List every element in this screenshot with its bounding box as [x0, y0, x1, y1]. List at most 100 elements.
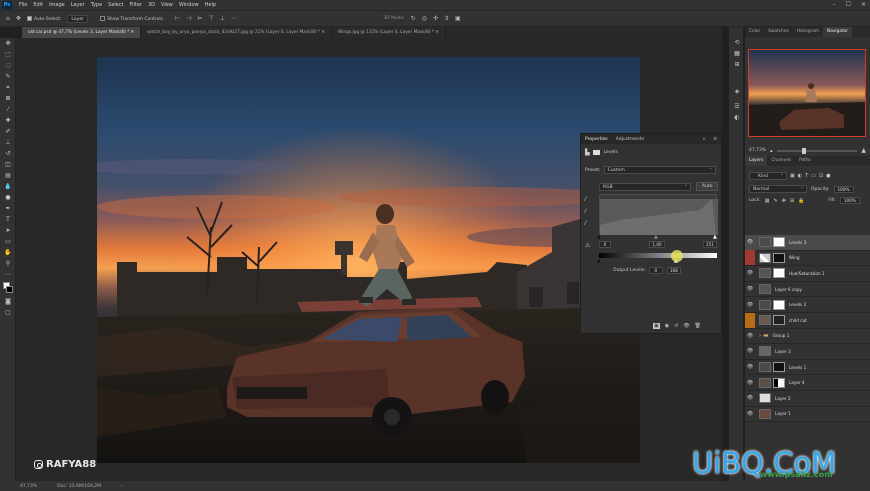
view-previous-icon[interactable]: ◉: [665, 323, 669, 329]
tab-watch-boy[interactable]: watch_boy_by_aryu_poeiya_stock_d2s9z27.j…: [141, 27, 333, 38]
layer-name[interactable]: Levels 1: [789, 365, 806, 370]
lock-position-icon[interactable]: ✥: [782, 198, 786, 204]
status-arrow-icon[interactable]: ›: [121, 484, 123, 489]
pen-tool-icon[interactable]: ✒: [0, 203, 16, 214]
clip-to-layer-icon[interactable]: ▣: [653, 323, 660, 329]
3d-slide-icon[interactable]: ⇕: [444, 15, 449, 22]
filter-type-icon[interactable]: T: [805, 173, 808, 179]
tab-wings[interactable]: Wings.jpg @ 131% (Layer 0, Layer Mask/8)…: [332, 27, 446, 38]
align-right-icon[interactable]: ⊨: [197, 15, 202, 22]
menu-help[interactable]: Help: [202, 2, 219, 8]
maximize-icon[interactable]: ☐: [846, 1, 851, 8]
eye-icon[interactable]: 👁: [745, 375, 755, 390]
mask-thumbnail[interactable]: [773, 315, 785, 326]
fill-field[interactable]: 100%: [839, 197, 860, 204]
brush-tool-icon[interactable]: ✐: [0, 126, 16, 137]
3d-scale-icon[interactable]: ▣: [455, 15, 461, 22]
tab-paths[interactable]: Paths: [795, 156, 815, 166]
input-black-field[interactable]: 0: [599, 241, 611, 248]
menu-select[interactable]: Select: [105, 2, 126, 8]
layer-row[interactable]: 👁 Levels 2: [745, 297, 870, 313]
swatch-icon[interactable]: ▦: [729, 48, 745, 59]
history-brush-tool-icon[interactable]: ↺: [0, 148, 16, 159]
auto-select-checkbox[interactable]: Auto-Select:: [26, 15, 61, 22]
lock-all-icon[interactable]: 🔒: [798, 198, 804, 204]
tab-adjustments[interactable]: Adjustments: [612, 137, 648, 142]
show-transform-checkbox[interactable]: Show Transform Controls: [99, 15, 163, 22]
input-gamma-field[interactable]: 1,00: [649, 241, 665, 248]
align-center-icon[interactable]: ⊣: [186, 15, 191, 22]
zoom-slider[interactable]: [776, 147, 858, 154]
preset-dropdown[interactable]: Custom: [603, 165, 716, 174]
eye-icon[interactable]: 👁: [745, 360, 755, 375]
mask-thumbnail[interactable]: [773, 299, 785, 310]
output-sliders[interactable]: ▲ ▲: [597, 258, 717, 264]
layer-row[interactable]: 👁 Layer 6 copy: [745, 282, 870, 298]
close-icon[interactable]: ✕: [861, 1, 866, 8]
zoom-in-icon[interactable]: ▲: [861, 147, 866, 154]
input-sliders[interactable]: ▲ ▲ ▲: [597, 234, 717, 240]
layer-name[interactable]: Levels 3: [789, 240, 806, 245]
filter-smart-icon[interactable]: ⊡: [819, 173, 823, 179]
move-tool-icon[interactable]: ✥: [16, 15, 21, 22]
3d-rotate-icon[interactable]: ↻: [411, 15, 416, 22]
tab-layers[interactable]: Layers: [745, 156, 768, 166]
lasso-tool-icon[interactable]: ◌: [0, 60, 16, 71]
menu-edit[interactable]: Edit: [30, 2, 46, 8]
eye-icon[interactable]: 👁: [745, 344, 755, 359]
mask-thumbnail[interactable]: [773, 237, 785, 248]
channel-dropdown[interactable]: RGB: [599, 182, 691, 191]
distribute-icon[interactable]: ⋯: [231, 15, 237, 22]
white-point-eyedropper-icon[interactable]: ⁄: [585, 220, 590, 227]
menu-window[interactable]: Window: [176, 2, 202, 8]
align-top-icon[interactable]: ⊤: [209, 15, 214, 22]
zoom-level[interactable]: 47,73%: [20, 484, 37, 489]
delete-icon[interactable]: 🗑: [695, 323, 701, 329]
adjustments-icon[interactable]: ☰: [729, 101, 745, 112]
layer-name[interactable]: Levels 2: [789, 302, 806, 307]
lock-pixels-icon[interactable]: ✎: [774, 198, 778, 204]
panel-menu-icon[interactable]: ≡: [709, 137, 721, 142]
layer-row[interactable]: 👁 Levels 3: [745, 235, 870, 251]
gradient-tool-icon[interactable]: ▤: [0, 170, 16, 181]
layer-name[interactable]: Layer 1: [775, 411, 791, 416]
3d-roll-icon[interactable]: ◎: [422, 15, 427, 22]
lock-artboard-icon[interactable]: ⊞: [790, 198, 794, 204]
frame-tool-icon[interactable]: ⊠: [0, 93, 16, 104]
layer-name[interactable]: child cut: [789, 318, 807, 323]
document-canvas[interactable]: [97, 57, 640, 463]
gray-point-eyedropper-icon[interactable]: ⁄: [585, 208, 590, 215]
layer-row[interactable]: 👁 Hue/Saturation 1: [745, 266, 870, 282]
layer-name[interactable]: Hue/Saturation 1: [789, 271, 825, 276]
eye-icon[interactable]: [745, 250, 755, 266]
layer-row[interactable]: 👁 › ▬ Group 1: [745, 329, 870, 345]
auto-button[interactable]: Auto: [696, 182, 719, 191]
collapse-icon[interactable]: »: [698, 137, 709, 142]
gamma-input-slider-icon[interactable]: ▲: [654, 234, 658, 240]
menu-layer[interactable]: Layer: [68, 2, 88, 8]
layer-row[interactable]: child cut: [745, 312, 870, 329]
mask-icon[interactable]: [592, 150, 600, 155]
quick-mask-icon[interactable]: ◙: [0, 296, 16, 307]
black-point-eyedropper-icon[interactable]: ⁄: [585, 196, 590, 203]
clipping-warning-icon[interactable]: ⚠: [585, 242, 590, 249]
tab-swatches[interactable]: Swatches: [764, 27, 793, 37]
eraser-tool-icon[interactable]: ◫: [0, 159, 16, 170]
auto-select-dropdown[interactable]: Layer: [67, 14, 88, 23]
layer-row[interactable]: 👁 Layer 1: [745, 407, 870, 423]
photoshop-logo[interactable]: Ps: [2, 1, 12, 9]
3d-icon[interactable]: ◈: [729, 86, 745, 97]
quick-select-tool-icon[interactable]: ✎: [0, 71, 16, 82]
layer-row[interactable]: 👁 Layer 3: [745, 344, 870, 360]
eye-icon[interactable]: 👁: [745, 406, 755, 421]
mask-thumbnail[interactable]: [773, 362, 785, 373]
eye-icon[interactable]: 👁: [745, 328, 755, 343]
eye-icon[interactable]: 👁: [745, 297, 755, 312]
mask-thumbnail[interactable]: [773, 252, 785, 263]
output-black-field[interactable]: 0: [648, 267, 663, 274]
marquee-tool-icon[interactable]: ⬚: [0, 49, 16, 60]
navigator-thumbnail[interactable]: [748, 49, 866, 137]
home-icon[interactable]: ⌂: [6, 15, 10, 22]
dodge-tool-icon[interactable]: ●: [0, 192, 16, 203]
tab-color[interactable]: Color: [745, 27, 764, 37]
